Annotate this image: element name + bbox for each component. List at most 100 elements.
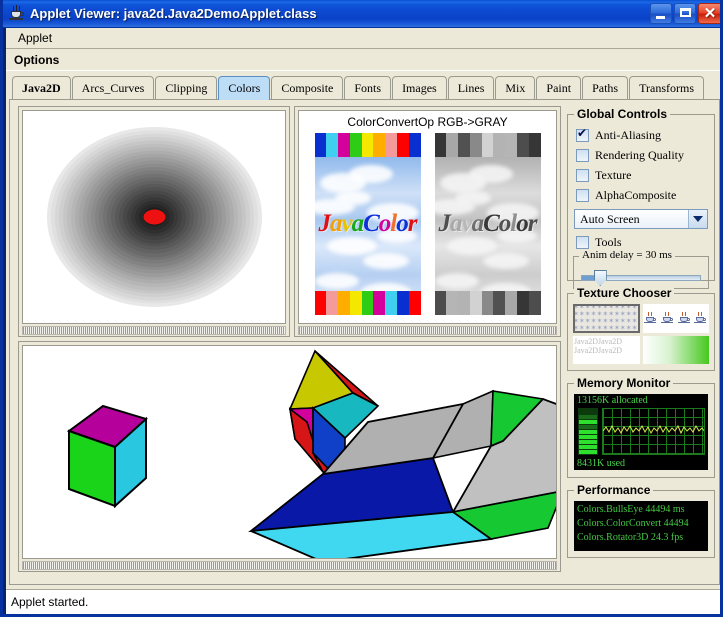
memory-monitor-display[interactable]: 13156K allocated 8431K used: [574, 394, 708, 470]
maximize-button[interactable]: [674, 3, 696, 24]
split-divider[interactable]: [298, 326, 557, 335]
performance-display[interactable]: Colors.BullsEye 44494 ms Colors.ColorConv…: [574, 501, 708, 551]
java-cup-pattern-icon: [642, 304, 709, 333]
checkbox-label: Anti-Aliasing: [595, 127, 661, 142]
tab-java2d[interactable]: Java2D: [12, 76, 71, 100]
tab-arcs-curves[interactable]: Arcs_Curves: [71, 76, 155, 100]
performance-legend: Performance: [574, 483, 654, 497]
cloud-shape: [314, 273, 359, 289]
tab-label: Composite: [281, 81, 334, 95]
color-swatch: [326, 291, 339, 315]
color-swatch: [469, 291, 482, 315]
checkbox-label: Rendering Quality: [595, 147, 684, 162]
close-icon: ✕: [703, 5, 717, 22]
texture-cell-stars[interactable]: ✶✶✶✶✶✶✶✶✶✶✶✶✶✶✶✶✶✶✶✶✶✶✶✶✶✶✶✶✶✶✶✶✶✶✶✶✶✶✶✶…: [573, 304, 640, 333]
javacolor-text-gray: JavaColor: [435, 210, 541, 238]
checkbox-anti-aliasing[interactable]: [576, 127, 589, 142]
color-swatch: [396, 291, 409, 315]
tools-checkbox[interactable]: [576, 235, 589, 249]
memory-history-graph: [602, 408, 705, 455]
status-bar: Applet started.: [6, 589, 720, 614]
checkbox-rendering-quality[interactable]: [576, 148, 589, 162]
java2d-text-line2: Java2DJava2D: [574, 345, 622, 355]
checkbox-row-anti-aliasing[interactable]: Anti-Aliasing: [568, 125, 714, 145]
rotator3d-canvas[interactable]: [22, 345, 557, 559]
javacolor-letter: C: [483, 210, 500, 237]
tab-colors[interactable]: Colors: [218, 76, 271, 100]
colorconvert-canvas[interactable]: ColorConvertOp RGB->GRAY JavaColor JavaC…: [298, 110, 557, 324]
color-swatch: [493, 133, 506, 157]
split-divider[interactable]: [22, 561, 557, 570]
color-swatch: [446, 133, 459, 157]
tab-fonts[interactable]: Fonts: [344, 76, 392, 100]
java-cup-icon: [8, 5, 25, 22]
demo-pane-rotator3d[interactable]: [18, 341, 561, 572]
gray-bar-top: [434, 133, 541, 157]
color-swatch: [469, 133, 482, 157]
javacolor-letter: a: [450, 210, 462, 237]
tab-images[interactable]: Images: [392, 76, 447, 100]
tab-paths[interactable]: Paths: [582, 76, 629, 100]
screen-combo[interactable]: Auto Screen: [574, 209, 708, 229]
texture-cell-gradient[interactable]: [642, 335, 709, 364]
color-swatch: [373, 291, 386, 315]
anim-delay-slider-thumb[interactable]: [593, 270, 607, 286]
color-swatch: [516, 133, 529, 157]
javacolor-letter: o: [498, 210, 511, 237]
demo-pane-bullseye[interactable]: [18, 106, 290, 337]
tab-label: Fonts: [354, 81, 382, 95]
color-swatch: [528, 291, 541, 315]
cloud-shape: [326, 237, 377, 255]
tab-lines[interactable]: Lines: [447, 76, 495, 100]
split-divider[interactable]: [22, 326, 286, 335]
tab-clipping[interactable]: Clipping: [155, 76, 218, 100]
minimize-button[interactable]: [650, 3, 672, 24]
tab-label: Java2D: [22, 81, 61, 95]
color-swatch: [349, 291, 362, 315]
color-swatch: [516, 291, 529, 315]
checkbox-texture[interactable]: [576, 168, 589, 182]
bullseye-canvas[interactable]: [22, 110, 286, 324]
color-swatch: [408, 291, 421, 315]
color-swatch: [338, 291, 350, 315]
tab-label: Transforms: [639, 81, 694, 95]
color-swatch: [396, 133, 409, 157]
color-bar-top: [314, 133, 421, 157]
window-buttons: ✕: [650, 3, 720, 24]
javacolor-letter: v: [341, 210, 353, 237]
green-gradient-icon: [642, 335, 709, 364]
checkbox-row-rendering-quality[interactable]: Rendering Quality: [568, 145, 714, 165]
checkbox-label: Texture: [595, 167, 632, 182]
demo-column: ColorConvertOp RGB->GRAY JavaColor JavaC…: [18, 106, 561, 572]
texture-cell-cups[interactable]: [642, 304, 709, 333]
tab-paint[interactable]: Paint: [536, 76, 582, 100]
tab-transforms[interactable]: Transforms: [629, 76, 704, 100]
memory-used-label: 8431K used: [577, 458, 626, 469]
javacolor-letter: a: [471, 210, 484, 237]
color-swatch: [361, 291, 374, 315]
menu-bar: Applet: [6, 28, 720, 49]
color-swatch: [505, 291, 517, 315]
demo-pane-colorconvert[interactable]: ColorConvertOp RGB->GRAY JavaColor JavaC…: [294, 106, 561, 337]
texture-cell-java2d-text[interactable]: Java2DJava2D Java2DJava2D: [573, 335, 640, 364]
tab-composite[interactable]: Composite: [271, 76, 344, 100]
checkbox-row-texture[interactable]: Texture: [568, 165, 714, 185]
tools-label: Tools: [595, 234, 622, 249]
checkbox-alphacomposite[interactable]: [576, 188, 589, 202]
texture-chooser-group: Texture Chooser ✶✶✶✶✶✶✶✶✶✶✶✶✶✶✶✶✶✶✶✶✶✶✶✶…: [567, 286, 715, 371]
global-controls-legend: Global Controls: [574, 107, 670, 121]
menu-item-options[interactable]: Options: [14, 53, 59, 67]
color-swatch: [314, 291, 327, 315]
window-title: Applet Viewer: java2d.Java2DemoApplet.cl…: [30, 6, 317, 21]
close-button[interactable]: ✕: [698, 3, 720, 24]
chevron-down-icon[interactable]: [688, 210, 707, 228]
tab-label: Arcs_Curves: [81, 81, 145, 95]
javacolor-letter: J: [438, 210, 451, 237]
color-swatch: [446, 291, 459, 315]
tab-label: Lines: [457, 81, 485, 95]
javacolor-text: JavaColor: [315, 210, 421, 238]
menu-item-applet[interactable]: Applet: [12, 29, 58, 47]
color-swatch: [408, 133, 421, 157]
checkbox-row-alphacomposite[interactable]: AlphaComposite: [568, 185, 714, 205]
tab-mix[interactable]: Mix: [495, 76, 536, 100]
